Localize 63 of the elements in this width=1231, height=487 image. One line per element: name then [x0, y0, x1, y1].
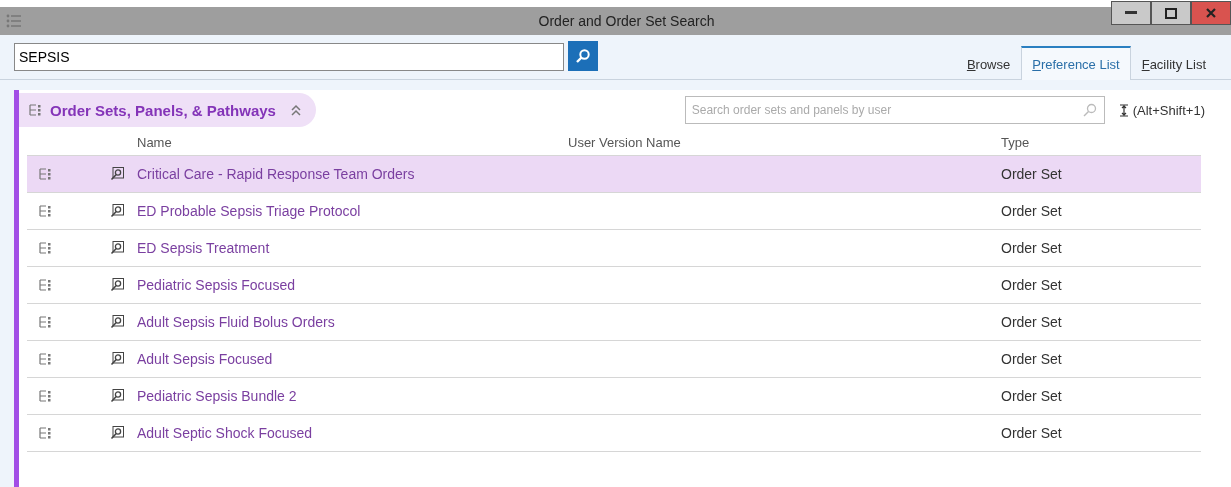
list-icon: [29, 104, 42, 116]
order-type: Order Set: [1001, 203, 1063, 219]
search-field[interactable]: SEPSIS: [14, 43, 564, 71]
collapse-icon: [289, 104, 302, 116]
order-type: Order Set: [1001, 351, 1063, 367]
order-set-name: ED Sepsis Treatment: [137, 240, 271, 256]
table-row[interactable]: Adult Septic Shock Focused Order Set: [27, 415, 1201, 452]
order-set-name: Adult Sepsis Focused: [137, 351, 274, 367]
table-row[interactable]: Pediatric Sepsis Focused Order Set: [27, 267, 1201, 304]
tab[interactable]: Facility List: [1130, 46, 1217, 80]
column-header: User Version Name: [568, 135, 682, 150]
table-row[interactable]: ED Probable Sepsis Triage Protocol Order Set: [27, 193, 1201, 230]
order-set-name: ED Probable Sepsis Triage Protocol: [137, 203, 362, 219]
order-type: Order Set: [1001, 314, 1063, 330]
jump-icon: [1118, 103, 1129, 117]
preview-icon[interactable]: [110, 315, 124, 329]
preview-icon[interactable]: [110, 389, 124, 403]
close-button[interactable]: [1191, 1, 1231, 25]
preview-icon[interactable]: [110, 426, 124, 440]
column-header: Name: [137, 135, 173, 150]
order-set-name: Adult Septic Shock Focused: [137, 425, 314, 441]
order-set-name: Adult Sepsis Fluid Bolus Orders: [137, 314, 336, 330]
order-type: Order Set: [1001, 277, 1063, 293]
list-icon: [39, 427, 52, 439]
user-search-field[interactable]: Search order sets and panels by user: [684, 96, 1105, 124]
list-icon: [39, 279, 52, 291]
list-icon: [39, 353, 52, 365]
list-icon: [39, 390, 52, 402]
preview-icon[interactable]: [110, 352, 124, 366]
search-button[interactable]: [568, 41, 598, 71]
tab[interactable]: Preference List: [1021, 46, 1131, 80]
jump-shortcut-button[interactable]: (Alt+Shift+1): [1118, 102, 1205, 118]
preview-icon[interactable]: [110, 241, 124, 255]
preview-icon[interactable]: [110, 204, 124, 218]
column-header: Type: [1001, 135, 1031, 150]
minimize-button[interactable]: [1111, 1, 1151, 25]
maximize-button[interactable]: [1151, 1, 1191, 25]
list-icon: [39, 205, 52, 217]
order-set-name: Pediatric Sepsis Bundle 2: [137, 388, 298, 404]
tab[interactable]: Browse: [955, 46, 1022, 80]
table-row[interactable]: Adult Sepsis Focused Order Set: [27, 341, 1201, 378]
table-row[interactable]: Critical Care - Rapid Response Team Orders Order Set: [27, 156, 1201, 193]
list-icon: [39, 242, 52, 254]
table-row[interactable]: Pediatric Sepsis Bundle 2 Order Set: [27, 378, 1201, 415]
table-row[interactable]: Adult Sepsis Fluid Bolus Orders Order Set: [27, 304, 1201, 341]
minimize-icon: [1125, 11, 1137, 15]
order-set-name: Pediatric Sepsis Focused: [137, 277, 296, 293]
order-set-name: Critical Care - Rapid Response Team Orders: [137, 166, 416, 182]
order-type: Order Set: [1001, 240, 1063, 256]
window-title: Order and Order Set Search: [537, 13, 716, 29]
order-type: Order Set: [1001, 388, 1063, 404]
preview-icon[interactable]: [110, 278, 124, 292]
table-row[interactable]: ED Sepsis Treatment Order Set: [27, 230, 1201, 267]
maximize-icon: [1165, 7, 1177, 19]
order-type: Order Set: [1001, 425, 1063, 441]
search-icon: [1082, 103, 1097, 117]
search-icon: [575, 48, 591, 64]
list-icon: [39, 168, 52, 180]
order-type: Order Set: [1001, 166, 1063, 182]
preview-icon[interactable]: [110, 167, 124, 181]
section-header[interactable]: Order Sets, Panels, & Pathways: [19, 93, 316, 127]
close-icon: [1206, 8, 1216, 18]
list-icon: [39, 316, 52, 328]
